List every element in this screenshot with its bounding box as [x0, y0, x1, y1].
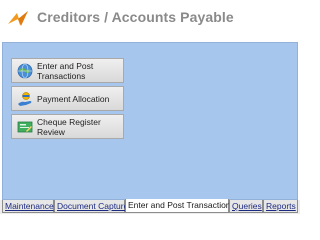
cheque-register-review-button[interactable]: Cheque Register Review [11, 114, 124, 139]
action-label-line2: Review [37, 126, 65, 137]
hand-coin-icon [18, 91, 32, 106]
tab-document-capture[interactable]: Document Capture [54, 200, 128, 213]
tab-queries[interactable]: Queries [229, 200, 263, 213]
globe-icon [17, 63, 33, 78]
payment-allocation-button[interactable]: Payment Allocation [11, 86, 124, 111]
action-label-line1: Payment Allocation [37, 93, 110, 104]
module-tabbar: Maintenance Document Capture Enter and P… [0, 199, 300, 214]
tab-maintenance[interactable]: Maintenance [2, 200, 54, 213]
action-label-line1: Cheque Register [37, 116, 101, 127]
tab-reports[interactable]: Reports [263, 200, 298, 213]
tab-enter-and-post-transactions[interactable]: Enter and Post Transactions [125, 199, 235, 213]
actions-panel: Enter and Post Transactions Payment Allo… [2, 42, 298, 200]
app-title: Creditors / Accounts Payable [37, 9, 234, 25]
app-logo-icon [8, 11, 28, 26]
app-header: Creditors / Accounts Payable [0, 0, 300, 40]
action-label-line2: Transactions [37, 70, 86, 81]
action-label-line1: Enter and Post [37, 60, 94, 71]
cheque-icon [17, 121, 33, 132]
enter-and-post-transactions-button[interactable]: Enter and Post Transactions [11, 58, 124, 83]
